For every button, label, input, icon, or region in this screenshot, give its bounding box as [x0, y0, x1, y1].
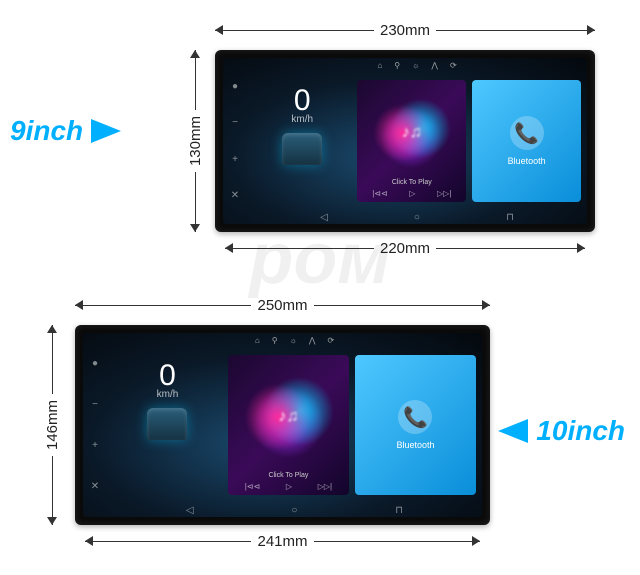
status-icon: ⌂: [377, 61, 382, 70]
next-icon: ▷▷|: [318, 482, 332, 491]
bluetooth-tile: 📞 Bluetooth: [472, 80, 581, 202]
car-illustration-icon: [282, 133, 322, 165]
play-icon: ▷: [409, 189, 415, 198]
speed-value: 0: [159, 359, 176, 393]
device-10inch: ● − + ✕ ⌂ ⚲ ☼ ⋀ ⟳ 0 km/h: [75, 325, 490, 525]
arrow-left-icon: [498, 419, 528, 443]
sidebar: ● − + ✕: [223, 58, 247, 224]
dim-label: 220mm: [374, 240, 436, 257]
cross-icon: ✕: [231, 190, 239, 201]
music-note-icon: [236, 363, 341, 471]
size-label-10inch: 10inch: [498, 415, 625, 447]
size-text: 9inch: [10, 115, 83, 147]
dim-label: 241mm: [251, 533, 313, 550]
nav-home-icon: ○: [291, 505, 297, 516]
speed-unit: km/h: [157, 389, 179, 400]
play-icon: ▷: [286, 482, 292, 491]
speed-panel: 0 km/h: [253, 76, 351, 206]
dimension-screen-width-10: 241mm: [85, 531, 480, 551]
product-block-10inch: 10inch 250mm 146mm 241mm ● − + ✕ ⌂ ⚲ ☼: [20, 295, 620, 565]
device-screen: ● − + ✕ ⌂ ⚲ ☼ ⋀ ⟳ 0 km/h: [223, 58, 587, 224]
car-illustration-icon: [147, 408, 187, 440]
bluetooth-label: Bluetooth: [508, 156, 546, 166]
product-block-9inch: 9inch 230mm 130mm 220mm ● − + ✕ ⌂ ⚲: [20, 20, 620, 280]
vol-up-icon: +: [232, 154, 238, 165]
dimension-outer-width-10: 250mm: [75, 295, 490, 315]
cross-icon: ✕: [91, 481, 99, 492]
dimension-screen-width-9: 220mm: [225, 238, 585, 258]
status-icon: ☼: [290, 336, 297, 345]
next-icon: ▷▷|: [437, 189, 451, 198]
status-icon: ⚲: [394, 61, 400, 70]
mic-icon: ●: [232, 81, 238, 92]
phone-icon: 📞: [398, 400, 432, 434]
nav-back-icon: ◁: [320, 212, 328, 223]
dimension-outer-width-9: 230mm: [215, 20, 595, 40]
speed-panel: 0 km/h: [113, 351, 222, 499]
status-icon: ⌂: [255, 336, 260, 345]
dim-label: 130mm: [187, 110, 204, 172]
size-label-9inch: 9inch: [10, 115, 121, 147]
status-icon: ⋀: [431, 61, 438, 70]
dimension-outer-height-10: 146mm: [42, 325, 62, 525]
arrow-right-icon: [91, 119, 121, 143]
status-bar: ⌂ ⚲ ☼ ⋀ ⟳: [107, 333, 482, 347]
prev-icon: |⊲⊲: [245, 482, 260, 491]
status-icon: ⚲: [272, 336, 278, 345]
music-label: Click To Play: [361, 179, 462, 186]
speed-unit: km/h: [291, 114, 313, 125]
dimension-outer-height-9: 130mm: [185, 50, 205, 232]
nav-back-icon: ◁: [186, 505, 194, 516]
bluetooth-label: Bluetooth: [396, 440, 434, 450]
vol-up-icon: +: [92, 440, 98, 451]
nav-bar: ◁ ○ ⊓: [247, 210, 587, 224]
nav-recent-icon: ⊓: [395, 505, 403, 516]
music-label: Click To Play: [232, 472, 345, 479]
music-note-icon: [365, 88, 458, 178]
nav-bar: ◁ ○ ⊓: [107, 503, 482, 517]
dim-label: 146mm: [44, 394, 61, 456]
status-icon: ⟳: [327, 336, 334, 345]
vol-down-icon: −: [232, 117, 238, 128]
status-icon: ☼: [412, 61, 419, 70]
speed-value: 0: [294, 84, 311, 118]
music-tile: Click To Play |⊲⊲ ▷ ▷▷|: [357, 80, 466, 202]
mic-icon: ●: [92, 358, 98, 369]
music-tile: Click To Play |⊲⊲ ▷ ▷▷|: [228, 355, 349, 495]
device-9inch: ● − + ✕ ⌂ ⚲ ☼ ⋀ ⟳ 0 km/h: [215, 50, 595, 232]
status-bar: ⌂ ⚲ ☼ ⋀ ⟳: [247, 58, 587, 72]
nav-recent-icon: ⊓: [506, 212, 514, 223]
device-screen: ● − + ✕ ⌂ ⚲ ☼ ⋀ ⟳ 0 km/h: [83, 333, 482, 517]
prev-icon: |⊲⊲: [372, 189, 387, 198]
nav-home-icon: ○: [414, 212, 420, 223]
size-text: 10inch: [536, 415, 625, 447]
sidebar: ● − + ✕: [83, 333, 107, 517]
dim-label: 230mm: [374, 22, 436, 39]
vol-down-icon: −: [92, 399, 98, 410]
dim-label: 250mm: [251, 297, 313, 314]
status-icon: ⋀: [309, 336, 316, 345]
phone-icon: 📞: [510, 116, 544, 150]
status-icon: ⟳: [450, 61, 457, 70]
bluetooth-tile: 📞 Bluetooth: [355, 355, 476, 495]
